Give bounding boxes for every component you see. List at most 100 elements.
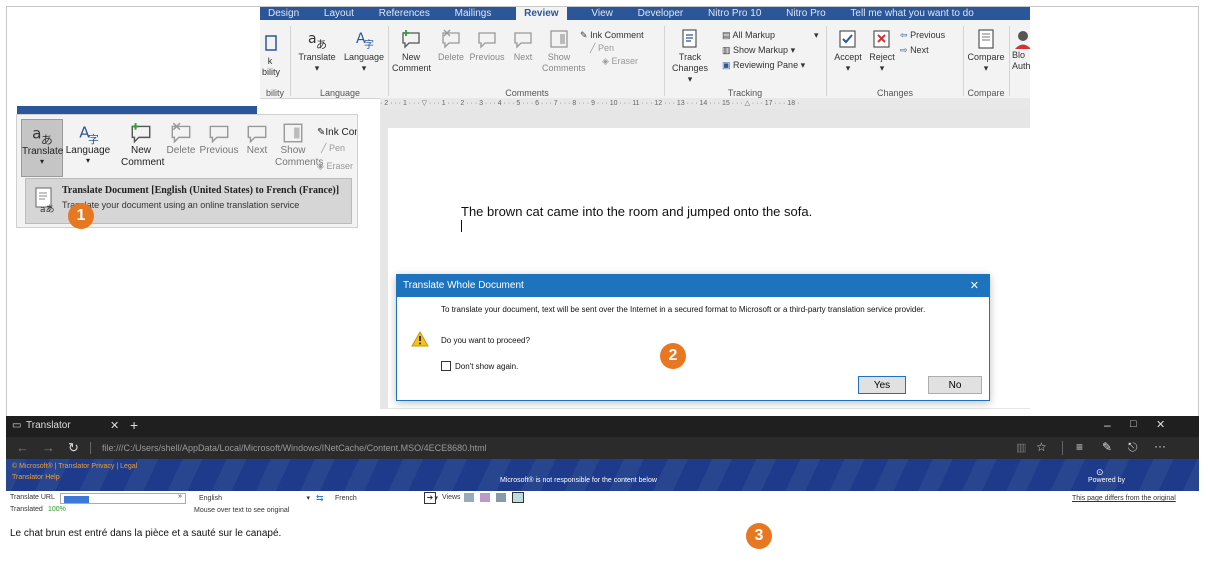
previous-change-button[interactable]: ⇦ Previous xyxy=(900,30,960,41)
language-button[interactable]: A字 Language ▾ xyxy=(342,28,386,74)
reject-icon xyxy=(873,30,890,48)
minimize-icon[interactable]: – xyxy=(1104,418,1111,432)
translate-url-input[interactable]: xxxxxxx xyxy=(60,493,186,504)
show-comments-icon xyxy=(550,30,568,48)
tab-nitro-pro-10[interactable]: Nitro Pro 10 xyxy=(708,7,761,20)
banner-pattern xyxy=(6,459,1199,491)
favorite-star-icon[interactable]: ☆ xyxy=(1036,440,1047,454)
hub-icon[interactable]: ≡ xyxy=(1076,440,1083,454)
translated-text[interactable]: Le chat brun est entré dans la pièce et … xyxy=(10,528,281,539)
browser-address-bar: ← → ↻ file:///C:/Users/shell/AppData/Loc… xyxy=(6,437,1199,459)
inset-language-label: Language xyxy=(65,145,111,156)
inset-new-comment-button[interactable]: New Comment xyxy=(121,119,164,169)
maximize-icon[interactable]: □ xyxy=(1130,418,1137,430)
show-markup-button[interactable]: ▥ Show Markup ▾ xyxy=(722,45,822,56)
view-translated-icon[interactable] xyxy=(512,492,524,503)
show-comments-button[interactable]: Show Comments xyxy=(542,28,586,74)
partial-accessibility-button[interactable]: k bility xyxy=(262,32,280,78)
dialog-message: To translate your document, text will be… xyxy=(441,305,926,314)
new-comment-button[interactable]: New Comment xyxy=(392,28,431,74)
reviewing-pane-button[interactable]: ▣ Reviewing Pane ▾ xyxy=(722,60,822,71)
more-icon[interactable]: ··· xyxy=(1154,439,1166,453)
block-authors-button[interactable]: Blo Auth xyxy=(1012,28,1030,72)
source-language-select[interactable]: English ▾ xyxy=(196,493,314,504)
translated-page-content: Le chat brun est entré dans la pièce et … xyxy=(6,518,1199,558)
url-dropdown-chevron-icon[interactable]: » xyxy=(178,493,182,500)
track-changes-button[interactable]: Track Changes ▾ xyxy=(670,28,710,85)
back-icon[interactable]: ← xyxy=(16,440,29,455)
partial-label-top: k xyxy=(267,56,273,66)
page-differs-link[interactable]: This page differs from the original xyxy=(1072,495,1176,502)
divider xyxy=(290,26,291,96)
view-top-bottom-icon[interactable] xyxy=(480,493,490,502)
url-field[interactable]: file:///C:/Users/shell/AppData/Local/Mic… xyxy=(102,443,487,453)
view-side-by-side-icon[interactable] xyxy=(464,493,474,502)
accept-button[interactable]: Accept ▾ xyxy=(830,28,866,74)
translator-help-link[interactable]: Translator Help xyxy=(12,474,60,481)
new-tab-icon[interactable]: + xyxy=(130,417,138,433)
previous-comment-button[interactable]: Previous xyxy=(468,28,506,63)
document-text[interactable]: The brown cat came into the room and jum… xyxy=(461,204,812,219)
reject-button[interactable]: Reject ▾ xyxy=(866,28,898,74)
inset-translate-button[interactable]: aあ Translate ▾ xyxy=(21,119,63,177)
tab-layout[interactable]: Layout xyxy=(324,7,354,20)
show-comments-label-1: Show xyxy=(547,52,571,62)
group-label-tracking: Tracking xyxy=(727,88,763,98)
inset-language-button[interactable]: A字 Language ▾ xyxy=(65,119,111,165)
tab-design[interactable]: Design xyxy=(268,7,299,20)
inset-delete-button[interactable]: Delete xyxy=(163,119,199,156)
translate-button[interactable]: aあ Translate ▾ xyxy=(294,28,340,74)
tab-developer[interactable]: Developer xyxy=(638,7,684,20)
pen-label: Pen xyxy=(597,43,614,53)
tab-nitro-pro[interactable]: Nitro Pro xyxy=(786,7,825,20)
inset-previous-button[interactable]: Previous xyxy=(197,119,241,156)
powered-by-logo-icon: ⊙ xyxy=(1096,467,1104,477)
inset-pen-button[interactable]: ╱ Pen xyxy=(321,143,357,154)
yes-button[interactable]: Yes xyxy=(858,376,906,394)
ink-comment-button[interactable]: ✎ Ink Comment xyxy=(580,30,660,41)
inset-ink-comment-button[interactable]: ✎Ink Com xyxy=(317,127,357,138)
next-change-icon: ⇨ xyxy=(900,45,908,55)
view-original-icon[interactable] xyxy=(496,493,506,502)
compare-button[interactable]: Compare ▾ xyxy=(966,28,1006,74)
tab-mailings[interactable]: Mailings xyxy=(455,7,492,20)
web-note-icon[interactable]: ✎ xyxy=(1102,440,1112,454)
mouse-over-hint: Mouse over text to see original xyxy=(194,507,290,514)
tab-view[interactable]: View xyxy=(591,7,613,20)
horizontal-ruler[interactable]: · 2 · · · 1 · · · ▽ · · · 1 · · · 2 · · … xyxy=(380,98,1030,109)
translate-go-icon[interactable]: ➜ xyxy=(424,492,436,504)
delete-label: Delete xyxy=(437,52,464,62)
menu-item-description: Translate your document using an online … xyxy=(62,200,300,210)
refresh-icon[interactable]: ↻ xyxy=(68,440,79,456)
no-button[interactable]: No xyxy=(928,376,982,394)
next-change-button[interactable]: ⇨ Next xyxy=(900,45,960,56)
eraser-button[interactable]: ◈ Eraser xyxy=(578,56,638,67)
pen-icon: ╱ xyxy=(321,143,327,153)
svg-text:字: 字 xyxy=(364,38,374,50)
inset-eraser-button[interactable]: ◈ Eraser xyxy=(317,161,357,172)
reading-view-icon[interactable]: ▥ xyxy=(1016,441,1026,454)
tell-me-search[interactable]: Tell me what you want to do xyxy=(850,7,973,20)
delete-comment-button[interactable]: Delete xyxy=(434,28,468,63)
banner-links[interactable]: © Microsoft® | Translator Privacy | Lega… xyxy=(12,463,137,470)
inset-next-button[interactable]: Next xyxy=(241,119,273,156)
window-close-icon[interactable]: ✕ xyxy=(1156,418,1165,431)
track-changes-icon xyxy=(682,29,697,48)
chevron-down-icon: ▾ xyxy=(814,30,819,40)
close-icon[interactable]: ✕ xyxy=(970,275,979,297)
share-icon[interactable]: ⎋ xyxy=(1128,440,1138,455)
tab-review[interactable]: Review xyxy=(516,7,567,20)
forward-icon[interactable]: → xyxy=(42,440,55,455)
tab-references[interactable]: References xyxy=(379,7,430,20)
swap-languages-icon[interactable]: ⇆ xyxy=(316,493,324,504)
display-for-review-dropdown[interactable]: ▤ All Markup ▾ xyxy=(722,30,822,41)
new-comment-icon xyxy=(131,123,151,144)
tab-close-icon[interactable]: ✕ xyxy=(110,419,119,432)
browser-tab-title[interactable]: Translator xyxy=(26,420,71,431)
dont-show-again-checkbox[interactable] xyxy=(441,361,451,371)
inset-show-comments-button[interactable]: Show Comments xyxy=(275,119,323,169)
previous-comment-icon xyxy=(209,125,229,144)
next-comment-button[interactable]: Next xyxy=(508,28,538,63)
pen-button[interactable]: ╱ Pen xyxy=(590,43,640,54)
group-label-accessibility: bility xyxy=(265,88,284,98)
